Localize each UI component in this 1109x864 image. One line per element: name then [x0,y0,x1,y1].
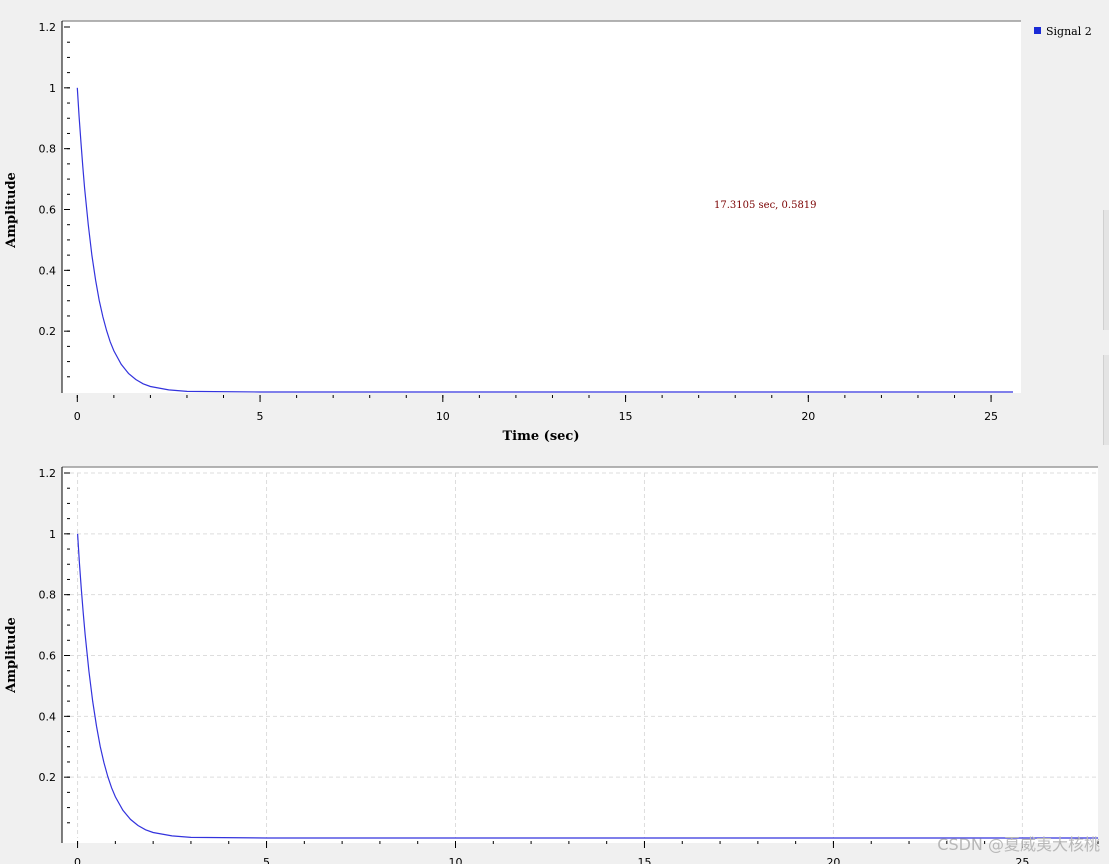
y-tick-label: 0.8 [39,589,57,602]
legend-swatch [1034,27,1041,34]
plots-canvas: 0.20.40.60.811.2 0 5 10 15 20 25 Amplitude Ti… [4,20,1100,864]
y-tick-label: 1.2 [39,21,57,34]
plot-1: 0.2 0.4 0.6 0.8 1 1.2 0 5 10 15 20 25 Amplitude Ti… [4,20,1092,444]
plot-2: 0.2 0.4 0.6 0.8 1 1.2 0 5 10 15 20 25 Amplitude [4,466,1099,864]
x-tick-label: 0 [74,410,81,423]
y-tick-label: 1 [49,528,56,541]
x-tick-label: 20 [801,410,815,423]
plot-1-x-ticks: 0 5 10 15 20 25 [74,395,998,423]
x-tick-label: 5 [263,856,270,864]
x-tick-label: 15 [619,410,633,423]
x-tick-label: 0 [74,856,81,864]
y-tick-label: 0.4 [39,264,57,277]
x-tick-label: 10 [436,410,450,423]
plot-1-x-axis-label: Time (sec) [503,429,580,444]
x-tick-label: 20 [826,856,840,864]
y-tick-label: 0.8 [39,143,57,156]
plot-1-legend[interactable]: Signal 2 [1034,25,1092,38]
x-tick-label: 10 [449,856,463,864]
legend-label: Signal 2 [1046,25,1092,38]
y-tick-label: 0.2 [39,325,57,338]
plot-1-datatip-annotation: 17.3105 sec, 0.5819 [714,200,817,211]
y-tick-label: 1.2 [39,467,57,480]
plot-1-y-axis-label: Amplitude [4,172,19,249]
y-tick-label: 0.6 [39,204,57,217]
x-tick-label: 15 [637,856,651,864]
plot-2-y-axis-label: Amplitude [4,617,19,694]
plot-window: 0.2 0.4 0.6 0.8 1 1.2 0 5 10 15 20 25 Amplitude Ti… [0,0,1109,864]
y-tick-label: 1 [49,82,56,95]
x-tick-label: 25 [984,410,998,423]
y-tick-label: 0.6 [39,650,57,663]
plot-1-area[interactable] [62,21,1021,393]
x-tick-label: 25 [1015,856,1029,864]
y-tick-label: 0.4 [39,710,57,723]
y-tick-label: 0.2 [39,771,57,784]
watermark-text: CSDN @夏威夷大核桃 [937,835,1100,854]
x-tick-label: 5 [257,410,264,423]
